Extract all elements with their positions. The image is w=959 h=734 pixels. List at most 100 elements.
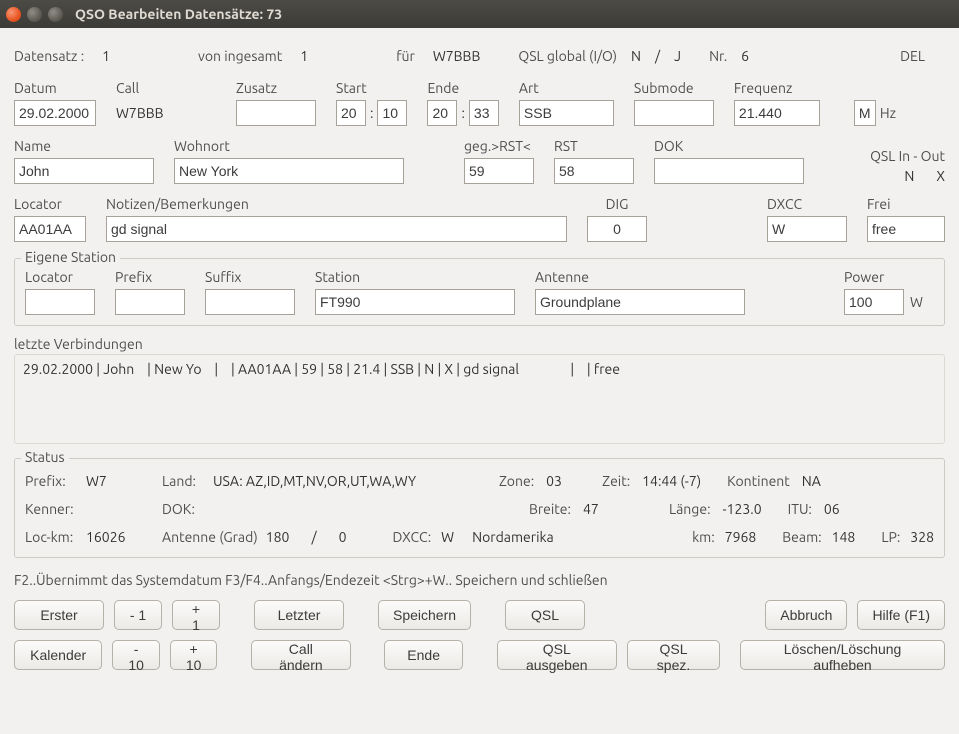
mode-label: Art [519, 80, 614, 96]
qsl-in-value: N [904, 168, 914, 184]
date-label: Datum [14, 80, 96, 96]
status-itu-value: 06 [824, 501, 840, 517]
free-input[interactable] [867, 216, 945, 242]
qsl-output-button[interactable]: QSL ausgeben [497, 640, 617, 670]
rst-given-input[interactable] [464, 158, 534, 184]
zusatz-input[interactable] [236, 100, 316, 126]
power-input[interactable] [844, 289, 904, 315]
status-title: Status [21, 449, 69, 465]
status-antdeg-v1: 180 [266, 529, 290, 545]
status-kenner-label: Kenner: [25, 501, 80, 517]
next-10-button[interactable]: + 10 [170, 640, 218, 670]
prev-10-button[interactable]: - 10 [112, 640, 160, 670]
freq-unit-input[interactable] [854, 100, 876, 126]
start-min-input[interactable] [377, 100, 407, 126]
status-beam-value: 148 [832, 529, 856, 545]
record-header: Datensatz : 1 von ingesamt 1 für W7BBB Q… [14, 48, 945, 64]
dig-input[interactable] [587, 216, 647, 242]
dok-input[interactable] [654, 158, 804, 184]
date-input[interactable] [14, 100, 96, 126]
status-itu-label: ITU: [788, 501, 812, 517]
status-lp-label: LP: [881, 529, 900, 545]
delete-undelete-button[interactable]: Löschen/Löschung aufheben [740, 640, 945, 670]
prev-1-button[interactable]: - 1 [114, 600, 162, 630]
end-label: Ende [427, 80, 498, 96]
status-lon-label: Länge: [669, 501, 711, 517]
status-lp-value: 328 [910, 529, 934, 545]
submode-label: Submode [634, 80, 714, 96]
rst-label: RST [554, 138, 634, 154]
last-connections-box: 29.02.2000 | John | New Yo | | AA01AA | … [14, 354, 945, 444]
status-antdeg-label: Antenne (Grad) [162, 529, 258, 545]
status-antdeg-v2: 0 [339, 529, 347, 545]
start-hour-input[interactable] [336, 100, 366, 126]
station-label: Station [315, 269, 515, 285]
status-prefix-label: Prefix: [25, 473, 80, 489]
status-lat-value: 47 [583, 501, 623, 517]
minimize-icon[interactable] [27, 7, 42, 22]
dig-label: DIG [587, 196, 647, 212]
status-land-value: USA: AZ,ID,MT,NV,OR,UT,WA,WY [213, 473, 493, 489]
own-suffix-label: Suffix [205, 269, 295, 285]
locator-input[interactable] [14, 216, 86, 242]
mode-input[interactable] [519, 100, 614, 126]
status-continent-value: NA [802, 473, 821, 489]
status-dok-label: DOK: [162, 501, 207, 517]
name-label: Name [14, 138, 154, 154]
help-button[interactable]: Hilfe (F1) [857, 600, 945, 630]
status-land-label: Land: [162, 473, 207, 489]
dxcc-input[interactable] [767, 216, 847, 242]
rst-given-label: geg.>RST< [464, 138, 534, 154]
power-label: Power [844, 269, 934, 285]
rst-input[interactable] [554, 158, 634, 184]
status-km-value: 7968 [725, 529, 757, 545]
status-group: Status Prefix: W7 Land: USA: AZ,ID,MT,NV… [14, 458, 945, 558]
status-km-label: km: [692, 529, 715, 545]
own-locator-input[interactable] [25, 289, 95, 315]
button-row-1: Erster - 1 + 1 Letzter Speichern QSL Abb… [14, 600, 945, 630]
qso-row-3: Locator Notizen/Bemerkungen DIG DXCC Fre… [14, 196, 945, 242]
freq-input[interactable] [734, 100, 820, 126]
own-prefix-input[interactable] [115, 289, 185, 315]
status-prefix-value: W7 [86, 473, 156, 489]
status-dxcc-label: DXCC: [393, 529, 432, 545]
end-min-input[interactable] [469, 100, 499, 126]
qso-row-2: Name Wohnort geg.>RST< RST DOK [14, 138, 945, 184]
cancel-button[interactable]: Abbruch [765, 600, 847, 630]
status-lockm-value: 16026 [86, 529, 156, 545]
maximize-icon[interactable] [48, 7, 63, 22]
record-total-value: 1 [300, 48, 308, 64]
qsl-global-label: QSL global (I/O) [518, 48, 617, 64]
status-dxcc-v2: Nordamerika [472, 529, 554, 545]
submode-input[interactable] [634, 100, 714, 126]
nr-label: Nr. [709, 48, 727, 64]
antenna-label: Antenne [535, 269, 745, 285]
record-total-label: von ingesamt [198, 48, 282, 64]
save-button[interactable]: Speichern [378, 600, 471, 630]
end-button[interactable]: Ende [384, 640, 463, 670]
close-icon[interactable] [6, 7, 21, 22]
button-row-2: Kalender - 10 + 10 Call ändern Ende QSL … [14, 640, 945, 670]
status-time-label: Zeit: [602, 473, 630, 489]
calendar-button[interactable]: Kalender [14, 640, 102, 670]
call-value: W7BBB [116, 100, 216, 126]
first-button[interactable]: Erster [14, 600, 104, 630]
change-call-button[interactable]: Call ändern [251, 640, 351, 670]
status-lat-label: Breite: [529, 501, 571, 517]
status-continent-label: Kontinent [727, 473, 790, 489]
next-1-button[interactable]: + 1 [172, 600, 220, 630]
station-input[interactable] [315, 289, 515, 315]
end-hour-input[interactable] [427, 100, 457, 126]
client-area: Datensatz : 1 von ingesamt 1 für W7BBB Q… [0, 28, 959, 734]
status-antdeg-sep: / [311, 529, 316, 545]
locator-label: Locator [14, 196, 86, 212]
antenna-input[interactable] [535, 289, 745, 315]
name-input[interactable] [14, 158, 154, 184]
qsl-button[interactable]: QSL [505, 600, 585, 630]
qsl-special-button[interactable]: QSL spez. [627, 640, 720, 670]
city-input[interactable] [174, 158, 404, 184]
notes-input[interactable] [106, 216, 567, 242]
status-dxcc-v1: W [441, 529, 454, 545]
own-suffix-input[interactable] [205, 289, 295, 315]
last-button[interactable]: Letzter [254, 600, 344, 630]
